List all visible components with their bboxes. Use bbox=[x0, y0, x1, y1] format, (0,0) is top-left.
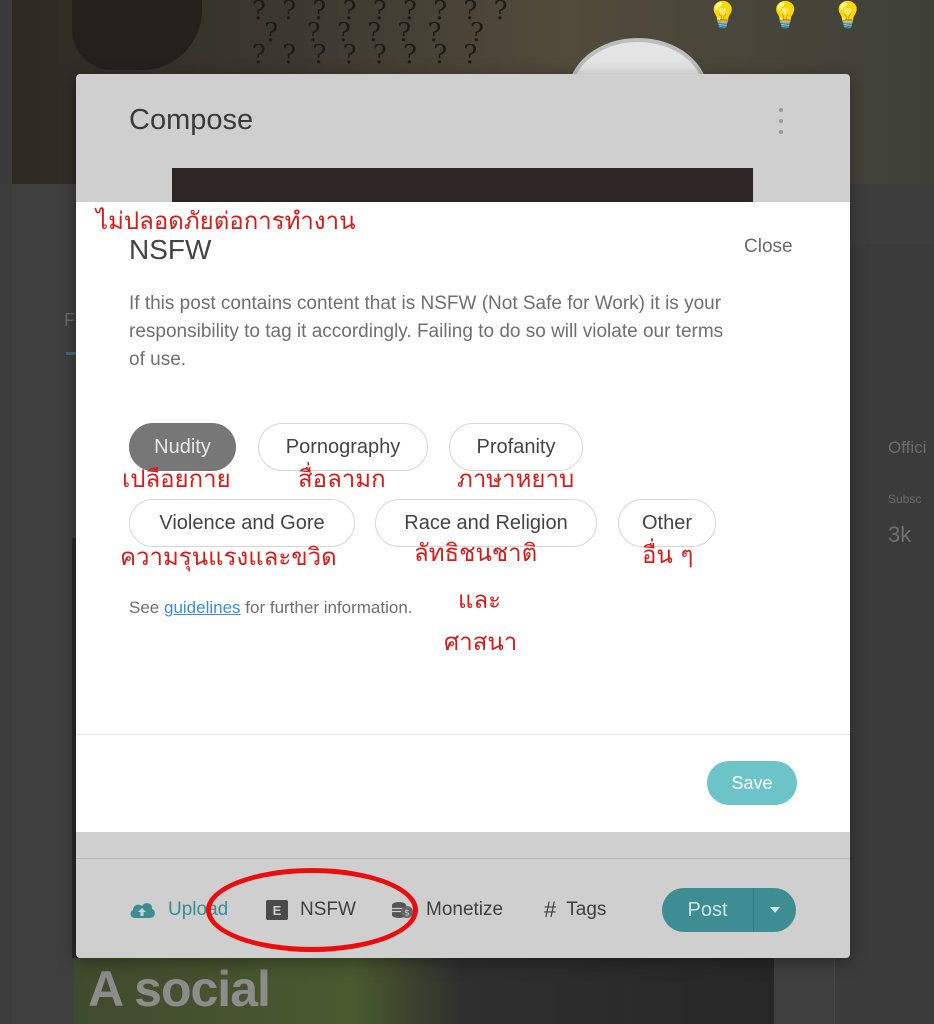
cloud-upload-icon bbox=[128, 901, 156, 919]
hash-icon: # bbox=[544, 897, 557, 922]
compose-title: Compose bbox=[129, 104, 254, 136]
guidelines-suffix: for further information. bbox=[245, 598, 413, 617]
more-options-icon[interactable] bbox=[774, 108, 788, 134]
sidebar-subscribers-count: 3k bbox=[888, 522, 912, 547]
annotation-title-thai: ไม่ปลอดภัยต่อการทำงาน bbox=[96, 207, 356, 235]
tags-label: Tags bbox=[566, 899, 607, 920]
chevron-down-icon bbox=[770, 907, 780, 913]
annotation-nudity-thai: เปลือยกาย bbox=[122, 465, 231, 493]
page-tab[interactable]: F bbox=[64, 310, 75, 331]
toolbar-divider bbox=[76, 858, 850, 859]
guidelines-link[interactable]: guidelines bbox=[164, 598, 241, 617]
guidelines-note: See guidelines for further information. bbox=[129, 598, 413, 618]
nsfw-dialog-title: NSFW bbox=[129, 234, 212, 265]
post-options-dropdown[interactable] bbox=[754, 888, 796, 932]
guidelines-prefix: See bbox=[129, 598, 160, 617]
annotation-pornography-thai: สื่อลามก bbox=[298, 465, 386, 493]
sidebar-official-label: Offici bbox=[888, 438, 927, 457]
annotation-race-thai-line2: และ bbox=[458, 586, 502, 614]
annotation-race-thai-line3: ศาสนา bbox=[444, 628, 518, 656]
close-button[interactable]: Close bbox=[744, 236, 793, 258]
annotation-race-thai-line1: ลัทธิชนชาติ bbox=[414, 539, 538, 567]
annotation-profanity-thai: ภาษาหยาบ bbox=[457, 465, 575, 493]
post-button-group: Post bbox=[662, 888, 796, 932]
banner-lightbulb-doodles: 💡💡💡 bbox=[706, 0, 894, 30]
nsfw-highlight-circle bbox=[206, 868, 418, 952]
post-button[interactable]: Post bbox=[662, 888, 754, 932]
sidebar-subscribers-label: Subsc bbox=[888, 492, 922, 506]
save-button[interactable]: Save bbox=[707, 761, 797, 805]
post-preview-image[interactable]: A social bbox=[74, 958, 774, 1024]
dialog-footer-divider bbox=[76, 734, 850, 735]
nsfw-dialog: NSFW Close If this post contains content… bbox=[76, 202, 850, 832]
nsfw-description: If this post contains content that is NS… bbox=[129, 293, 724, 370]
category-chip-violence-and-gore[interactable]: Violence and Gore bbox=[129, 499, 355, 547]
post-preview-text: A social bbox=[88, 961, 271, 1017]
annotation-violence-thai: ความรุนแรงและขวิด bbox=[120, 543, 337, 571]
annotation-other-thai: อื่น ๆ bbox=[642, 541, 694, 569]
banner-person-silhouette bbox=[72, 0, 202, 70]
tags-button[interactable]: # Tags bbox=[544, 897, 607, 922]
monetize-label: Monetize bbox=[426, 899, 504, 920]
banner-doodle: ? ? ? ? ? ? ? ? ? ? ? ? ? ? ? ? ? ? ? ? … bbox=[252, 0, 512, 70]
